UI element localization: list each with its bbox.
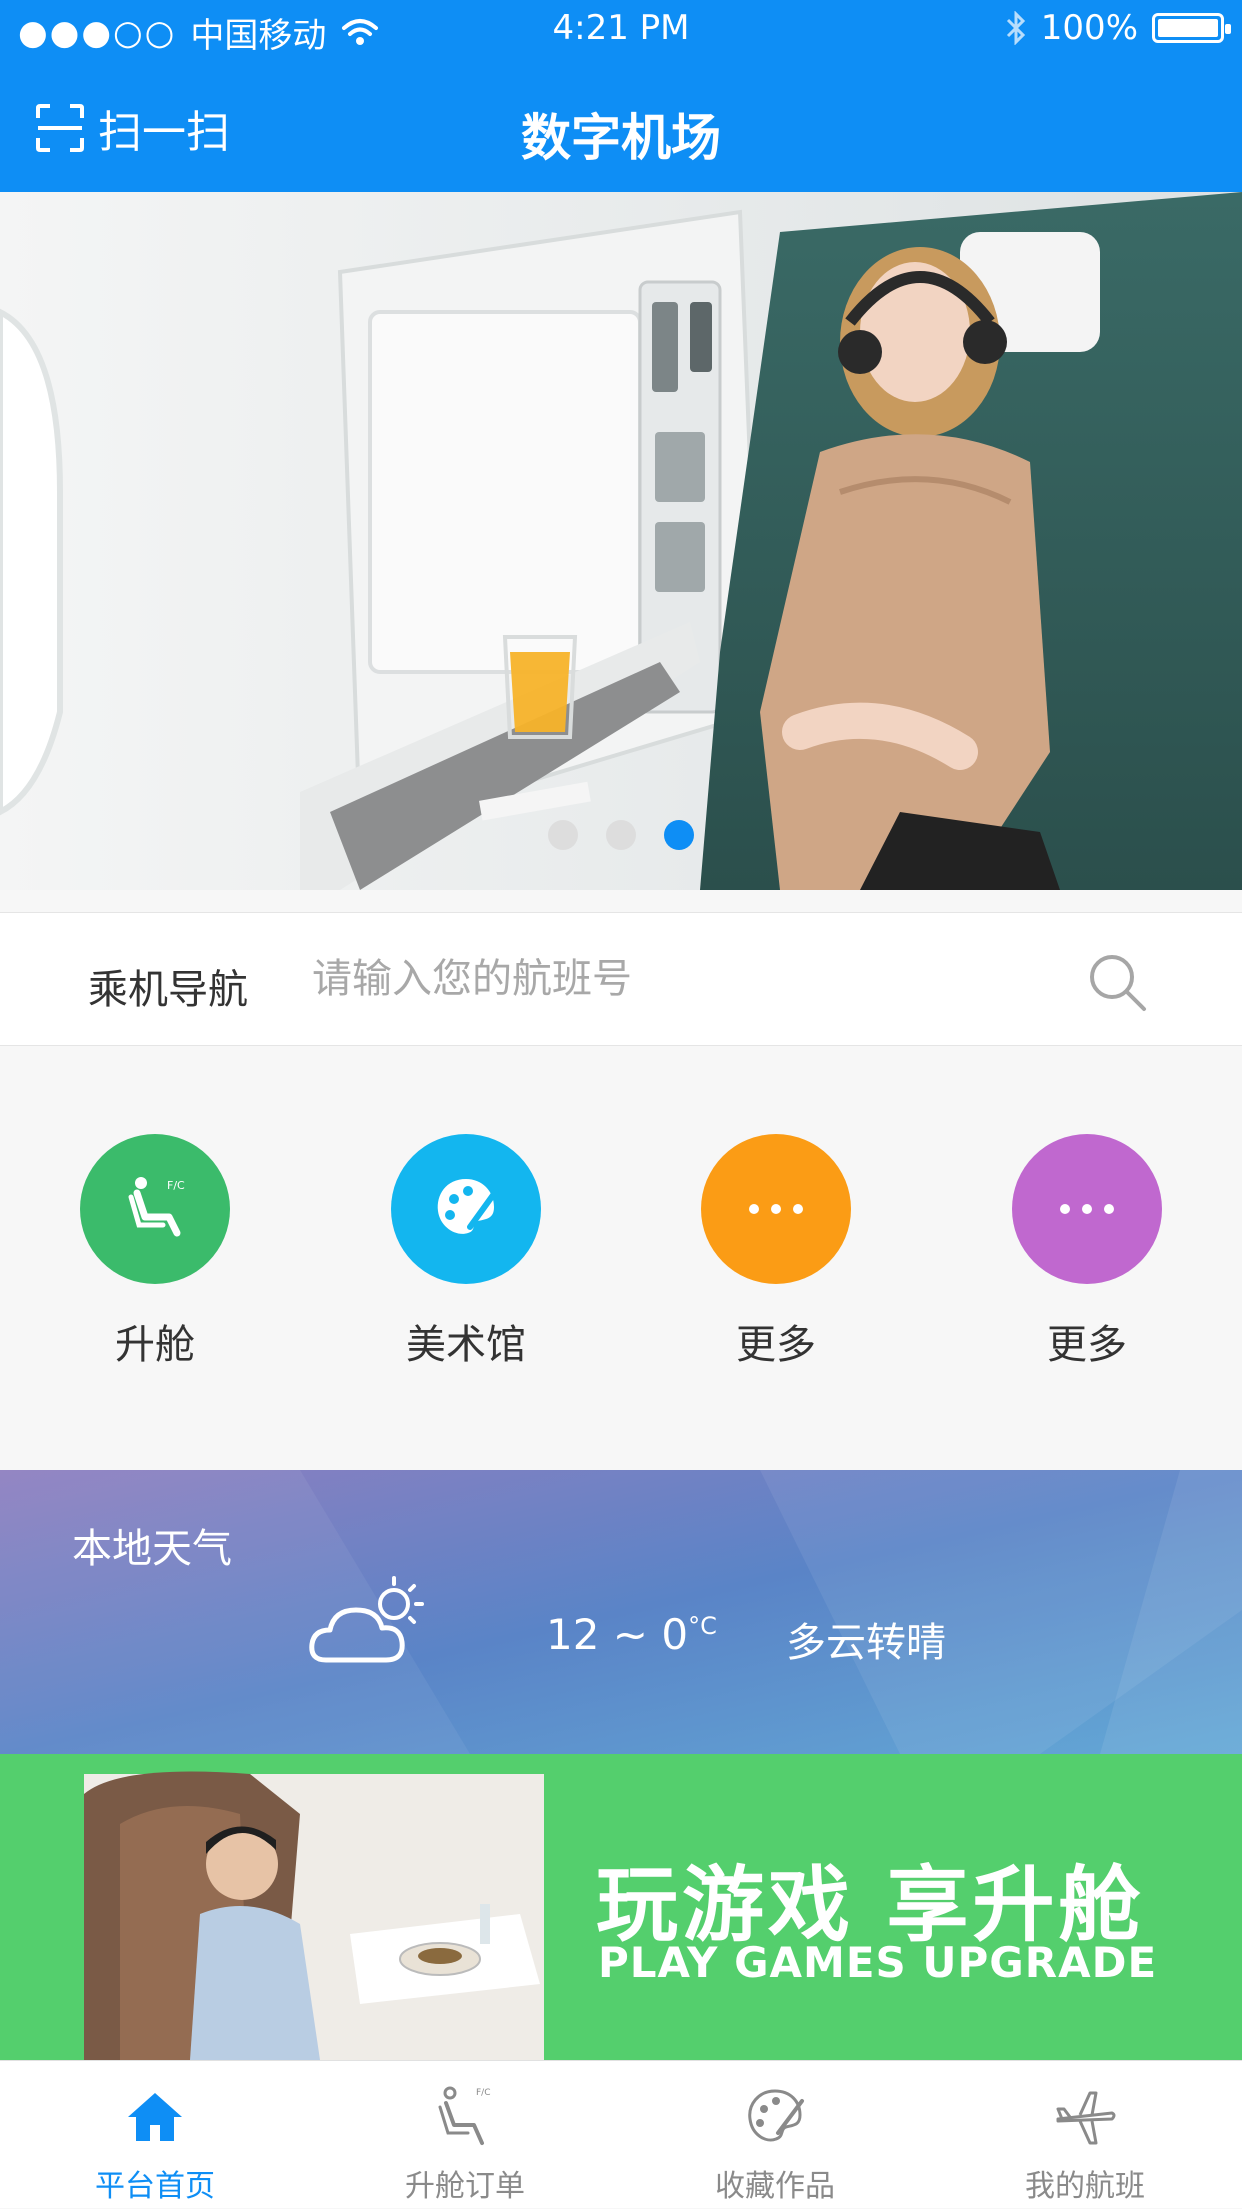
quick-actions: F/C 升舱 美术馆 更多 更多 — [0, 1046, 1242, 1470]
carousel-dot-active[interactable] — [664, 820, 694, 850]
status-bar: ●●●○○ 中国移动 4:21 PM 100% — [0, 0, 1242, 62]
seat-icon: F/C — [438, 2086, 491, 2145]
boarding-guide-label: 乘机导航 — [88, 967, 248, 1013]
partly-cloudy-icon — [309, 1576, 424, 1663]
weather-description: 多云转晴 — [786, 1620, 946, 1666]
palette-icon — [391, 1134, 541, 1284]
flight-search-bar: 乘机导航 — [0, 912, 1242, 1046]
weather-title: 本地天气 — [72, 1526, 232, 1572]
bluetooth-icon — [1006, 11, 1025, 45]
action-label: 更多 — [736, 1322, 816, 1368]
promo-banner[interactable]: 玩游戏 享升舱 PLAY GAMES UPGRADE — [0, 1754, 1242, 2060]
battery-percent: 100% — [1040, 8, 1138, 48]
tab-my-flights[interactable]: 我的航班 — [930, 2061, 1240, 2209]
action-label: 美术馆 — [406, 1322, 526, 1368]
home-icon — [128, 2093, 182, 2141]
search-icon[interactable] — [1086, 951, 1148, 1013]
svg-text:F/C: F/C — [476, 2088, 491, 2098]
carousel-dot[interactable] — [548, 820, 578, 850]
temperature-unit: °C — [688, 1612, 717, 1640]
tab-label: 升舱订单 — [405, 2169, 525, 2204]
tab-label: 收藏作品 — [715, 2169, 835, 2204]
tab-collections[interactable]: 收藏作品 — [620, 2061, 930, 2209]
flight-number-input[interactable] — [310, 939, 1010, 1019]
hero-carousel[interactable] — [0, 192, 1242, 890]
tab-upgrade-orders[interactable]: F/C 升舱订单 — [310, 2061, 620, 2209]
seat-icon: F/C — [80, 1134, 230, 1284]
tab-label: 平台首页 — [95, 2169, 215, 2204]
battery-icon — [1152, 13, 1231, 43]
more-icon — [1012, 1134, 1162, 1284]
palette-icon — [748, 2089, 804, 2142]
tab-home[interactable]: 平台首页 — [0, 2061, 310, 2209]
weather-card[interactable]: 本地天气 12 ~ 0°C 多云转晴 — [0, 1470, 1242, 1754]
action-more-2[interactable]: 更多 — [987, 1134, 1187, 1370]
header: ●●●○○ 中国移动 4:21 PM 100% 扫一扫 数字机场 — [0, 0, 1242, 192]
promo-subline: PLAY GAMES UPGRADE — [598, 1938, 1158, 1987]
more-icon — [701, 1134, 851, 1284]
action-label: 升舱 — [115, 1322, 195, 1368]
action-gallery[interactable]: 美术馆 — [366, 1134, 566, 1370]
svg-text:F/C: F/C — [167, 1179, 185, 1192]
navbar: 扫一扫 数字机场 — [0, 62, 1242, 192]
action-upgrade[interactable]: F/C 升舱 — [55, 1134, 255, 1370]
temperature-range: 12 ~ 0°C — [546, 1610, 717, 1659]
tab-label: 我的航班 — [1025, 2169, 1145, 2204]
carousel-dots — [0, 820, 1242, 850]
bottom-tab-bar: 平台首页 F/C 升舱订单 收藏作品 我的航班 — [0, 2060, 1242, 2208]
promo-image — [84, 1771, 544, 2060]
action-more-1[interactable]: 更多 — [676, 1134, 876, 1370]
carousel-dot[interactable] — [606, 820, 636, 850]
temperature-value: 12 ~ 0 — [546, 1610, 689, 1659]
action-label: 更多 — [1047, 1322, 1127, 1368]
hero-image — [0, 192, 1242, 890]
page-title: 数字机场 — [521, 109, 721, 167]
plane-icon — [1056, 2091, 1116, 2145]
